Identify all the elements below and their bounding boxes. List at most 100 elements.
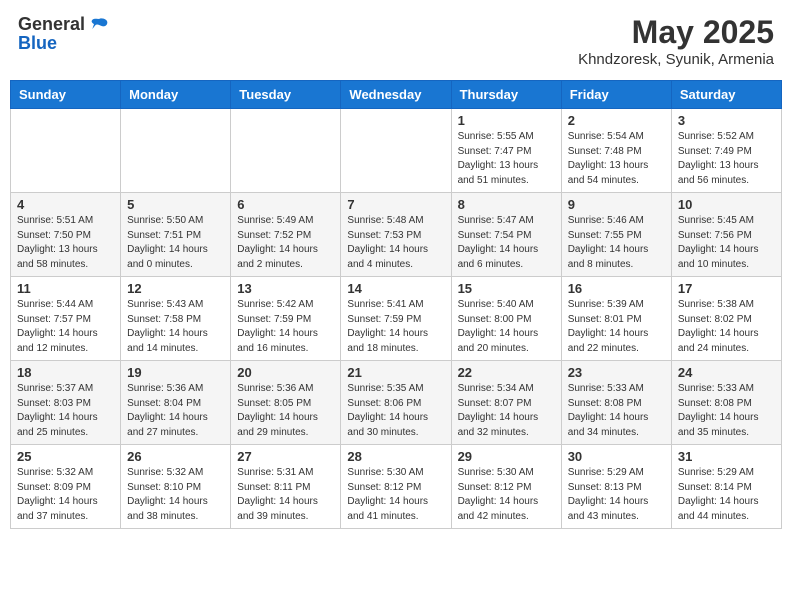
day-info: Sunrise: 5:29 AM Sunset: 8:14 PM Dayligh… xyxy=(678,466,775,524)
calendar-cell: 4Sunrise: 5:51 AM Sunset: 7:50 PM Daylig… xyxy=(11,193,121,277)
logo-blue-text: Blue xyxy=(18,34,57,52)
day-number: 23 xyxy=(568,365,665,380)
calendar-cell: 11Sunrise: 5:44 AM Sunset: 7:57 PM Dayli… xyxy=(11,277,121,361)
day-info: Sunrise: 5:41 AM Sunset: 7:59 PM Dayligh… xyxy=(347,298,444,356)
day-info: Sunrise: 5:49 AM Sunset: 7:52 PM Dayligh… xyxy=(237,214,334,272)
weekday-header-tuesday: Tuesday xyxy=(231,81,341,109)
calendar-cell: 1 Sunrise: 5:55 AM Sunset: 7:47 PM Daylig… xyxy=(451,109,561,193)
day-info: Sunrise: 5:36 AM Sunset: 8:05 PM Dayligh… xyxy=(237,382,334,440)
calendar-cell: 29 Sunrise: 5:30 AM Sunset: 8:12 PM Dayli… xyxy=(451,445,561,529)
day-number: 12 xyxy=(127,281,224,296)
calendar-cell: 7 Sunrise: 5:48 AM Sunset: 7:53 PM Daylig… xyxy=(341,193,451,277)
day-info: Sunrise: 5:35 AM Sunset: 8:06 PM Dayligh… xyxy=(347,382,444,440)
calendar-cell: 31 Sunrise: 5:29 AM Sunset: 8:14 PM Dayli… xyxy=(671,445,781,529)
day-number: 26 xyxy=(127,449,224,464)
day-info: Sunrise: 5:40 AM Sunset: 8:00 PM Dayligh… xyxy=(458,298,555,356)
day-info: Sunrise: 5:48 AM Sunset: 7:53 PM Dayligh… xyxy=(347,214,444,272)
day-number: 27 xyxy=(237,449,334,464)
calendar-cell: 22 Sunrise: 5:34 AM Sunset: 8:07 PM Dayli… xyxy=(451,361,561,445)
calendar-cell xyxy=(11,109,121,193)
calendar-cell: 18Sunrise: 5:37 AM Sunset: 8:03 PM Dayli… xyxy=(11,361,121,445)
calendar-cell: 30Sunrise: 5:29 AM Sunset: 8:13 PM Dayli… xyxy=(561,445,671,529)
day-number: 18 xyxy=(17,365,114,380)
day-number: 16 xyxy=(568,281,665,296)
day-info: Sunrise: 5:39 AM Sunset: 8:01 PM Dayligh… xyxy=(568,298,665,356)
day-number: 7 xyxy=(347,197,444,212)
day-info: Sunrise: 5:50 AM Sunset: 7:51 PM Dayligh… xyxy=(127,214,224,272)
week-row-5: 25Sunrise: 5:32 AM Sunset: 8:09 PM Dayli… xyxy=(11,445,782,529)
location-title: Khndzoresk, Syunik, Armenia xyxy=(578,51,774,68)
calendar-cell xyxy=(121,109,231,193)
day-info: Sunrise: 5:42 AM Sunset: 7:59 PM Dayligh… xyxy=(237,298,334,356)
calendar-cell: 3 Sunrise: 5:52 AM Sunset: 7:49 PM Daylig… xyxy=(671,109,781,193)
week-row-4: 18Sunrise: 5:37 AM Sunset: 8:03 PM Dayli… xyxy=(11,361,782,445)
weekday-header-friday: Friday xyxy=(561,81,671,109)
weekday-header-thursday: Thursday xyxy=(451,81,561,109)
month-title: May 2025 xyxy=(578,14,774,51)
calendar-table: SundayMondayTuesdayWednesdayThursdayFrid… xyxy=(10,80,782,529)
weekday-header-wednesday: Wednesday xyxy=(341,81,451,109)
calendar-cell: 6 Sunrise: 5:49 AM Sunset: 7:52 PM Daylig… xyxy=(231,193,341,277)
weekday-header-saturday: Saturday xyxy=(671,81,781,109)
day-number: 21 xyxy=(347,365,444,380)
calendar-cell: 13 Sunrise: 5:42 AM Sunset: 7:59 PM Dayli… xyxy=(231,277,341,361)
day-number: 4 xyxy=(17,197,114,212)
day-number: 28 xyxy=(347,449,444,464)
day-info: Sunrise: 5:36 AM Sunset: 8:04 PM Dayligh… xyxy=(127,382,224,440)
calendar-cell: 24 Sunrise: 5:33 AM Sunset: 8:08 PM Dayli… xyxy=(671,361,781,445)
day-info: Sunrise: 5:31 AM Sunset: 8:11 PM Dayligh… xyxy=(237,466,334,524)
calendar-cell: 14Sunrise: 5:41 AM Sunset: 7:59 PM Dayli… xyxy=(341,277,451,361)
day-number: 29 xyxy=(458,449,555,464)
calendar-cell: 5 Sunrise: 5:50 AM Sunset: 7:51 PM Daylig… xyxy=(121,193,231,277)
day-number: 1 xyxy=(458,113,555,128)
day-number: 6 xyxy=(237,197,334,212)
day-info: Sunrise: 5:44 AM Sunset: 7:57 PM Dayligh… xyxy=(17,298,114,356)
day-number: 9 xyxy=(568,197,665,212)
calendar-cell: 16 Sunrise: 5:39 AM Sunset: 8:01 PM Dayli… xyxy=(561,277,671,361)
logo-general-text: General xyxy=(18,15,85,33)
calendar-cell: 9 Sunrise: 5:46 AM Sunset: 7:55 PM Daylig… xyxy=(561,193,671,277)
day-info: Sunrise: 5:52 AM Sunset: 7:49 PM Dayligh… xyxy=(678,130,775,188)
logo: General Blue xyxy=(18,14,109,52)
day-number: 13 xyxy=(237,281,334,296)
day-info: Sunrise: 5:46 AM Sunset: 7:55 PM Dayligh… xyxy=(568,214,665,272)
day-info: Sunrise: 5:34 AM Sunset: 8:07 PM Dayligh… xyxy=(458,382,555,440)
day-info: Sunrise: 5:33 AM Sunset: 8:08 PM Dayligh… xyxy=(568,382,665,440)
day-number: 5 xyxy=(127,197,224,212)
calendar-cell: 8 Sunrise: 5:47 AM Sunset: 7:54 PM Daylig… xyxy=(451,193,561,277)
day-info: Sunrise: 5:33 AM Sunset: 8:08 PM Dayligh… xyxy=(678,382,775,440)
day-info: Sunrise: 5:55 AM Sunset: 7:47 PM Dayligh… xyxy=(458,130,555,188)
day-number: 2 xyxy=(568,113,665,128)
header: General Blue May 2025 Khndzoresk, Syunik… xyxy=(10,10,782,72)
weekday-header-sunday: Sunday xyxy=(11,81,121,109)
calendar-cell: 2 Sunrise: 5:54 AM Sunset: 7:48 PM Daylig… xyxy=(561,109,671,193)
day-number: 20 xyxy=(237,365,334,380)
day-info: Sunrise: 5:32 AM Sunset: 8:09 PM Dayligh… xyxy=(17,466,114,524)
day-info: Sunrise: 5:43 AM Sunset: 7:58 PM Dayligh… xyxy=(127,298,224,356)
calendar-cell: 20 Sunrise: 5:36 AM Sunset: 8:05 PM Dayli… xyxy=(231,361,341,445)
day-number: 3 xyxy=(678,113,775,128)
day-info: Sunrise: 5:45 AM Sunset: 7:56 PM Dayligh… xyxy=(678,214,775,272)
day-number: 15 xyxy=(458,281,555,296)
calendar-cell: 17Sunrise: 5:38 AM Sunset: 8:02 PM Dayli… xyxy=(671,277,781,361)
day-info: Sunrise: 5:32 AM Sunset: 8:10 PM Dayligh… xyxy=(127,466,224,524)
day-number: 8 xyxy=(458,197,555,212)
calendar-cell: 25Sunrise: 5:32 AM Sunset: 8:09 PM Dayli… xyxy=(11,445,121,529)
day-number: 31 xyxy=(678,449,775,464)
calendar-cell xyxy=(231,109,341,193)
day-info: Sunrise: 5:30 AM Sunset: 8:12 PM Dayligh… xyxy=(458,466,555,524)
day-number: 10 xyxy=(678,197,775,212)
day-number: 24 xyxy=(678,365,775,380)
day-info: Sunrise: 5:38 AM Sunset: 8:02 PM Dayligh… xyxy=(678,298,775,356)
week-row-2: 4Sunrise: 5:51 AM Sunset: 7:50 PM Daylig… xyxy=(11,193,782,277)
day-info: Sunrise: 5:30 AM Sunset: 8:12 PM Dayligh… xyxy=(347,466,444,524)
calendar-cell: 15 Sunrise: 5:40 AM Sunset: 8:00 PM Dayli… xyxy=(451,277,561,361)
day-number: 22 xyxy=(458,365,555,380)
calendar-cell: 28 Sunrise: 5:30 AM Sunset: 8:12 PM Dayli… xyxy=(341,445,451,529)
day-info: Sunrise: 5:54 AM Sunset: 7:48 PM Dayligh… xyxy=(568,130,665,188)
day-info: Sunrise: 5:47 AM Sunset: 7:54 PM Dayligh… xyxy=(458,214,555,272)
calendar-cell: 19Sunrise: 5:36 AM Sunset: 8:04 PM Dayli… xyxy=(121,361,231,445)
calendar-cell: 27 Sunrise: 5:31 AM Sunset: 8:11 PM Dayli… xyxy=(231,445,341,529)
calendar-cell: 10 Sunrise: 5:45 AM Sunset: 7:56 PM Dayli… xyxy=(671,193,781,277)
logo-bird-icon xyxy=(89,14,109,34)
